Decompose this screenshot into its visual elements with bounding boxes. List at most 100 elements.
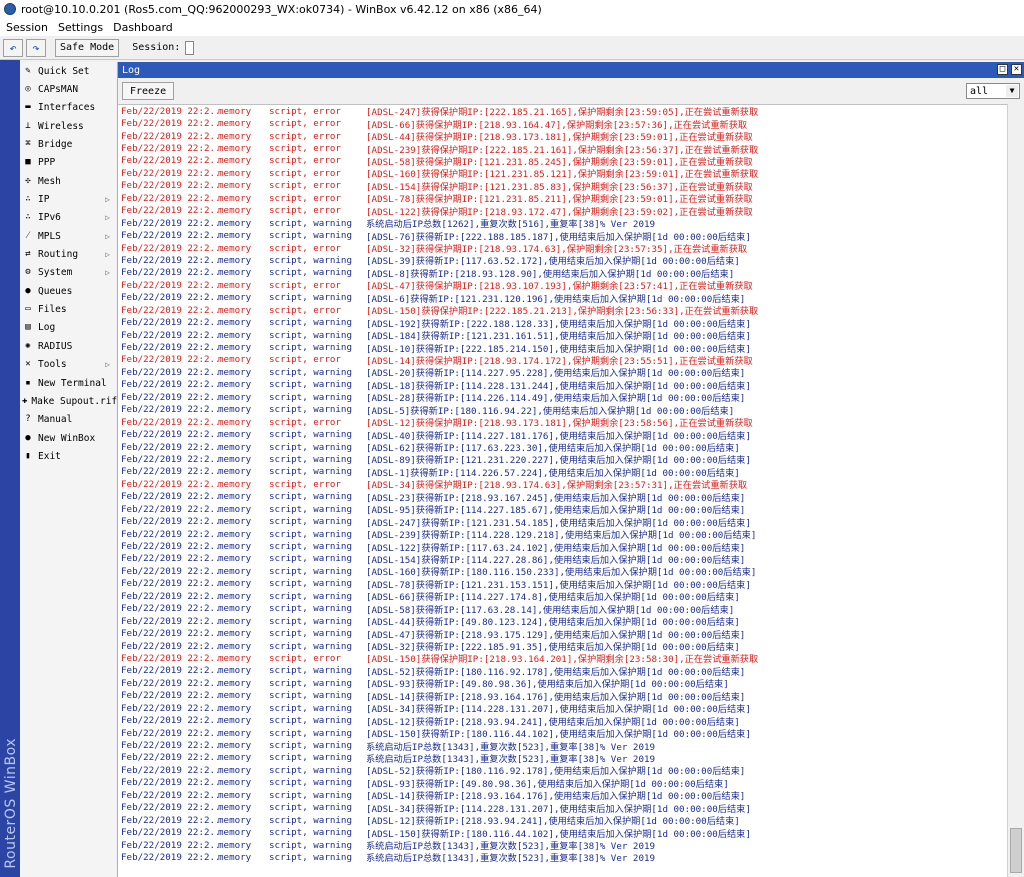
log-row[interactable]: Feb/22/2019 22:2... memory script, warning…: [118, 665, 1008, 678]
scrollbar-thumb[interactable]: [1010, 828, 1022, 873]
safe-mode-button[interactable]: Safe Mode: [55, 38, 120, 57]
sidebar-item-capsman[interactable]: ◎ CAPsMAN: [20, 80, 116, 98]
sidebar-item-interfaces[interactable]: ▬ Interfaces: [20, 99, 116, 117]
sidebar-item-mpls[interactable]: ⁄ MPLS ▷: [20, 227, 116, 245]
log-row[interactable]: Feb/22/2019 22:2... memory script, error [A…: [118, 192, 1008, 206]
log-buffer: memory: [218, 254, 252, 266]
log-row[interactable]: Feb/22/2019 22:2... memory script, warning…: [118, 217, 1008, 231]
log-row[interactable]: Feb/22/2019 22:2... memory script, error [A…: [118, 652, 1008, 666]
log-row[interactable]: Feb/22/2019 22:2... memory script, warning…: [118, 391, 1008, 405]
log-row[interactable]: Feb/22/2019 22:2... memory script, error [A…: [118, 180, 1008, 193]
log-row[interactable]: Feb/22/2019 22:2... memory script, warning…: [118, 491, 1008, 504]
log-row[interactable]: Feb/22/2019 22:2... memory script, error [A…: [118, 117, 1008, 131]
menu-session[interactable]: Session: [6, 21, 48, 34]
log-row[interactable]: Feb/22/2019 22:2... memory script, error [A…: [118, 205, 1008, 218]
log-row[interactable]: Feb/22/2019 22:2... memory script, warning…: [118, 764, 1008, 778]
sidebar-item-system[interactable]: ⚙ System ▷: [20, 264, 116, 282]
log-row[interactable]: Feb/22/2019 22:2... memory script, warning…: [118, 441, 1008, 455]
log-row[interactable]: Feb/22/2019 22:2... memory script, warning…: [118, 802, 1008, 815]
log-row[interactable]: Feb/22/2019 22:2... memory script, warning…: [118, 615, 1008, 629]
log-row[interactable]: Feb/22/2019 22:2... memory script, warning…: [118, 553, 1008, 566]
log-row[interactable]: Feb/22/2019 22:2... memory script, warning…: [118, 466, 1008, 479]
log-row[interactable]: Feb/22/2019 22:2... memory script, error [A…: [118, 478, 1008, 492]
sidebar-item-mesh[interactable]: ✣ Mesh: [20, 172, 116, 190]
sidebar-item-ip[interactable]: ∴ IP ▷: [20, 190, 116, 208]
log-row[interactable]: Feb/22/2019 22:2... memory script, warning…: [118, 777, 1008, 790]
log-topics: script, warning: [269, 565, 352, 577]
log-row[interactable]: Feb/22/2019 22:2... memory script, warning…: [118, 578, 1008, 591]
log-row[interactable]: Feb/22/2019 22:2... memory script, warning…: [118, 528, 1008, 542]
log-row[interactable]: Feb/22/2019 22:2... memory script, warning…: [118, 292, 1008, 305]
log-row[interactable]: Feb/22/2019 22:2... memory script, error [A…: [118, 279, 1008, 293]
log-row[interactable]: Feb/22/2019 22:2... memory script, warning…: [118, 640, 1008, 654]
sidebar-item-make-supout-rif[interactable]: ✚ Make Supout.rif: [20, 392, 117, 410]
menu-settings[interactable]: Settings: [58, 21, 103, 34]
sidebar-item-files[interactable]: ▭ Files: [20, 300, 116, 318]
log-row[interactable]: Feb/22/2019 22:2... memory script, warning…: [118, 702, 1008, 716]
log-row[interactable]: Feb/22/2019 22:2... memory script, warning…: [118, 254, 1008, 268]
session-field[interactable]: [185, 40, 195, 55]
log-row[interactable]: Feb/22/2019 22:2... memory script, warning…: [118, 714, 1008, 728]
log-row[interactable]: Feb/22/2019 22:2... memory script, warning…: [118, 814, 1008, 828]
sidebar-item-manual[interactable]: ? Manual: [20, 411, 116, 429]
log-row[interactable]: Feb/22/2019 22:2... memory script, error [A…: [118, 354, 1008, 367]
log-row[interactable]: Feb/22/2019 22:2... memory script, error [A…: [118, 142, 1008, 156]
freeze-button[interactable]: Freeze: [122, 82, 175, 100]
log-window-titlebar[interactable]: Log □ ✕: [118, 62, 1024, 78]
log-row[interactable]: Feb/22/2019 22:2... memory script, error [A…: [118, 304, 1008, 318]
log-row[interactable]: Feb/22/2019 22:2... memory script, warning…: [118, 404, 1008, 417]
log-row[interactable]: Feb/22/2019 22:2... memory script, warning…: [118, 627, 1008, 641]
sidebar-item-bridge[interactable]: ⌘ Bridge: [20, 135, 116, 153]
log-row[interactable]: Feb/22/2019 22:2... memory script, warning…: [118, 428, 1008, 442]
log-row[interactable]: Feb/22/2019 22:2... memory script, warning…: [118, 590, 1008, 604]
log-row[interactable]: Feb/22/2019 22:2... memory script, warning…: [118, 677, 1008, 691]
log-row[interactable]: Feb/22/2019 22:2... memory script, error [A…: [118, 416, 1008, 430]
sidebar-item-ipv6[interactable]: ∴ IPv6 ▷: [20, 209, 116, 227]
log-row[interactable]: Feb/22/2019 22:2... memory script, warning…: [118, 366, 1008, 380]
log-row[interactable]: Feb/22/2019 22:2... memory script, warning…: [118, 379, 1008, 392]
sidebar-item-tools[interactable]: ✕ Tools ▷: [20, 356, 116, 374]
log-row[interactable]: Feb/22/2019 22:2... memory script, error [A…: [118, 242, 1008, 256]
sidebar-item-wireless[interactable]: ⊥ Wireless: [20, 117, 116, 135]
log-row[interactable]: Feb/22/2019 22:2... memory script, warning…: [118, 690, 1008, 703]
log-row[interactable]: Feb/22/2019 22:2... memory script, warning…: [118, 341, 1008, 355]
log-row[interactable]: Feb/22/2019 22:2... memory script, warning…: [118, 515, 1008, 529]
log-row[interactable]: Feb/22/2019 22:2... memory script, warning…: [118, 453, 1008, 467]
log-row[interactable]: Feb/22/2019 22:2... memory script, warning…: [118, 789, 1008, 803]
redo-button[interactable]: ↷: [26, 38, 46, 57]
topic-filter-select[interactable]: all ▼: [966, 83, 1020, 99]
log-row[interactable]: Feb/22/2019 22:2... memory script, warning…: [118, 752, 1008, 765]
vertical-scrollbar[interactable]: [1007, 104, 1024, 877]
undo-button[interactable]: ↶: [3, 38, 23, 57]
log-row[interactable]: Feb/22/2019 22:2... memory script, warning…: [118, 603, 1008, 616]
log-row[interactable]: Feb/22/2019 22:2... memory script, warning…: [118, 503, 1008, 517]
sidebar-item-quick-set[interactable]: ✎ Quick Set: [20, 62, 116, 80]
log-row[interactable]: Feb/22/2019 22:2... memory script, warning…: [118, 229, 1008, 243]
sidebar-item-new-winbox[interactable]: ● New WinBox: [20, 429, 116, 447]
log-row[interactable]: Feb/22/2019 22:2... memory script, warning…: [118, 316, 1008, 330]
log-row[interactable]: Feb/22/2019 22:2... memory script, error [A…: [118, 105, 1008, 119]
sidebar-item-queues[interactable]: ● Queues: [20, 282, 116, 300]
log-row[interactable]: Feb/22/2019 22:2... memory script, warning…: [118, 329, 1008, 343]
sidebar-item-exit[interactable]: ▮ Exit: [20, 447, 116, 465]
log-row[interactable]: Feb/22/2019 22:2... memory script, warning…: [118, 851, 1008, 865]
sidebar-item-routing[interactable]: ⇄ Routing ▷: [20, 245, 116, 263]
log-row[interactable]: Feb/22/2019 22:2... memory script, warning…: [118, 839, 1008, 853]
sidebar-item-radius[interactable]: ✺ RADIUS: [20, 337, 116, 355]
close-icon[interactable]: ✕: [1011, 64, 1022, 75]
log-row[interactable]: Feb/22/2019 22:2... memory script, error [A…: [118, 167, 1008, 181]
sidebar-item-new-terminal[interactable]: ▪ New Terminal: [20, 374, 116, 392]
sidebar-item-ppp[interactable]: ■ PPP: [20, 154, 116, 172]
log-row[interactable]: Feb/22/2019 22:2... memory script, error [A…: [118, 130, 1008, 144]
log-row[interactable]: Feb/22/2019 22:2... memory script, warning…: [118, 826, 1008, 840]
log-row[interactable]: Feb/22/2019 22:2... memory script, warning…: [118, 267, 1008, 280]
log-row[interactable]: Feb/22/2019 22:2... memory script, error [A…: [118, 155, 1008, 168]
sidebar-item-log[interactable]: ▤ Log: [20, 319, 116, 337]
log-row[interactable]: Feb/22/2019 22:2... memory script, warning…: [118, 739, 1008, 753]
dropdown-icon[interactable]: ▼: [1006, 85, 1018, 97]
menu-dashboard[interactable]: Dashboard: [113, 21, 173, 34]
log-row[interactable]: Feb/22/2019 22:2... memory script, warning…: [118, 540, 1008, 554]
log-row[interactable]: Feb/22/2019 22:2... memory script, warning…: [118, 565, 1008, 579]
log-row[interactable]: Feb/22/2019 22:2... memory script, warning…: [118, 727, 1008, 741]
restore-icon[interactable]: □: [997, 64, 1008, 75]
